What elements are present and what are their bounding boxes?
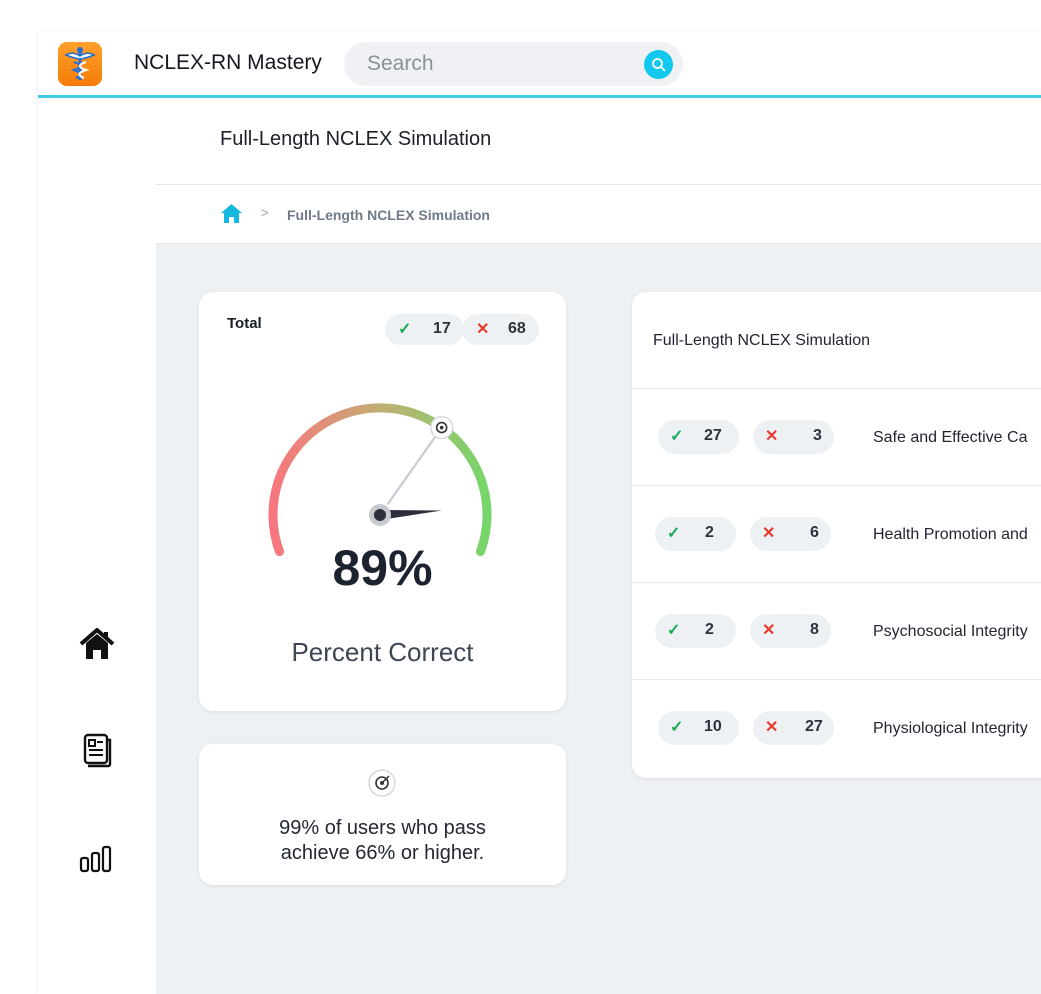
check-icon: ✓ <box>667 622 681 639</box>
correct-count-badge: ✓ 2 <box>655 517 736 551</box>
correct-count-badge: ✓ 27 <box>658 420 739 454</box>
app-title: NCLEX-RN Mastery <box>134 51 322 74</box>
stats-icon <box>79 845 112 873</box>
check-icon: ✓ <box>670 428 684 445</box>
incorrect-count-badge: ✕ 8 <box>750 614 831 648</box>
cross-icon: ✕ <box>762 525 776 542</box>
breadcrumb-current[interactable]: Full-Length NCLEX Simulation <box>287 207 490 223</box>
sidebar-item-notes[interactable] <box>76 728 118 770</box>
notes-icon <box>83 733 112 768</box>
page-header: Full-Length NCLEX Simulation <box>156 98 1041 185</box>
cross-icon: ✕ <box>765 719 779 736</box>
pass-tip-text: 99% of users who pass achieve 66% or hig… <box>279 817 486 864</box>
sidebar-item-home[interactable] <box>76 624 118 666</box>
category-row[interactable]: ✓ 27 ✕ 3 Safe and Effective Ca <box>632 388 1041 486</box>
incorrect-count-badge: ✕ 6 <box>750 517 831 551</box>
total-score-card: Total ✓ 17 ✕ 68 89% Percent Correct <box>199 292 566 711</box>
breadcrumb: > Full-Length NCLEX Simulation <box>156 185 1041 244</box>
home-icon <box>79 628 115 659</box>
search-bar[interactable]: Search <box>344 42 683 86</box>
target-icon <box>368 769 396 797</box>
breadcrumb-home-icon[interactable] <box>220 203 243 229</box>
gauge-arc <box>268 403 492 557</box>
search-button[interactable] <box>644 50 673 79</box>
category-breakdown-card: Full-Length NCLEX Simulation ✓ 27 ✕ 3 Sa… <box>632 292 1041 778</box>
search-icon <box>652 58 666 72</box>
incorrect-count-badge: ✕ 3 <box>753 420 834 454</box>
sidebar-item-stats[interactable] <box>76 838 118 880</box>
check-icon: ✓ <box>667 525 681 542</box>
breadcrumb-separator: > <box>261 205 269 220</box>
correct-count-badge: ✓ 17 <box>385 314 464 345</box>
category-name: Psychosocial Integrity <box>873 623 1028 640</box>
search-input[interactable]: Search <box>367 52 434 76</box>
cross-icon: ✕ <box>762 622 776 639</box>
category-row[interactable]: ✓ 2 ✕ 6 Health Promotion and <box>632 485 1041 583</box>
target-marker-line <box>386 426 443 505</box>
app-window: NCLEX-RN Mastery Search Full-Length NCLE… <box>38 32 1041 994</box>
percent-correct-value: 89% <box>332 540 433 596</box>
target-marker-icon <box>429 415 454 440</box>
caduceus-logo-icon[interactable] <box>58 42 102 86</box>
cross-icon: ✕ <box>765 428 779 445</box>
category-row[interactable]: ✓ 2 ✕ 8 Psychosocial Integrity <box>632 582 1041 680</box>
category-row[interactable]: ✓ 10 ✕ 27 Physiological Integrity <box>632 679 1041 777</box>
main-content: Total ✓ 17 ✕ 68 89% Percent Correct 99% … <box>156 244 1041 994</box>
check-icon: ✓ <box>670 719 684 736</box>
category-name: Health Promotion and <box>873 526 1028 543</box>
incorrect-count-badge: ✕ 68 <box>462 314 539 345</box>
sidebar <box>38 98 157 994</box>
category-name: Physiological Integrity <box>873 720 1028 737</box>
category-card-title: Full-Length NCLEX Simulation <box>653 332 870 349</box>
page-title: Full-Length NCLEX Simulation <box>220 128 492 150</box>
percent-correct-label: Percent Correct <box>291 637 474 667</box>
top-bar: NCLEX-RN Mastery Search <box>38 32 1041 98</box>
cross-icon: ✕ <box>476 321 490 338</box>
category-name: Safe and Effective Ca <box>873 429 1028 446</box>
pass-tip-card: 99% of users who pass achieve 66% or hig… <box>199 744 566 885</box>
correct-count-badge: ✓ 10 <box>658 711 739 745</box>
check-icon: ✓ <box>398 321 412 338</box>
correct-count-badge: ✓ 2 <box>655 614 736 648</box>
total-label: Total <box>227 315 262 332</box>
incorrect-count-badge: ✕ 27 <box>753 711 834 745</box>
